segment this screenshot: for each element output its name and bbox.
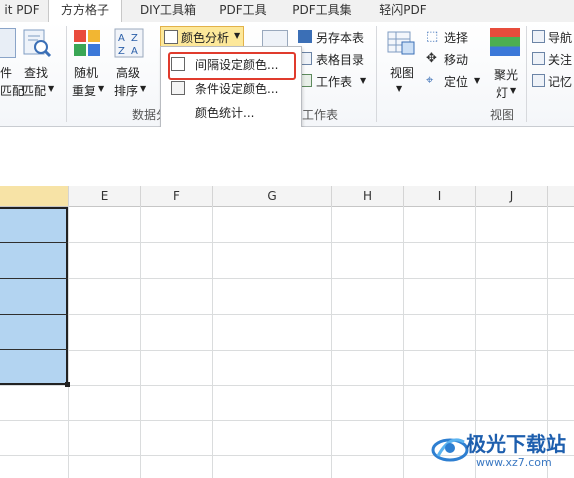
color-analysis-label: 颜色分析 <box>181 31 230 45</box>
menu-item-color-stats[interactable]: 颜色统计... <box>161 101 301 123</box>
spotlight-line2[interactable]: 灯 <box>496 84 508 101</box>
gridline <box>212 206 213 478</box>
menu-label: 条件设定颜色... <box>195 82 279 96</box>
save-sheet-button[interactable]: 另存本表 <box>316 29 364 46</box>
gridline <box>0 242 574 243</box>
navigate-button[interactable]: 导航 <box>548 29 572 46</box>
fill-handle[interactable] <box>65 382 70 387</box>
column-header-g[interactable]: G <box>213 186 332 207</box>
chevron-down-icon: ▼ <box>234 31 241 40</box>
locate-dropdown-icon[interactable]: ▼ <box>474 76 480 85</box>
find-dropdown-icon[interactable]: ▼ <box>48 84 54 93</box>
worksheet-button[interactable]: 工作表 <box>316 73 352 90</box>
locate-button[interactable]: 定位 <box>444 73 468 90</box>
memo-button[interactable]: 记忆 <box>548 73 572 90</box>
navigate-icon <box>532 30 545 43</box>
gridline <box>0 350 574 351</box>
random-line1[interactable]: 随机 <box>74 64 98 81</box>
find-line1[interactable]: 查找 <box>24 64 48 81</box>
svg-text:Z: Z <box>118 46 125 57</box>
find-icon[interactable] <box>22 28 52 58</box>
random-icon[interactable] <box>72 28 102 58</box>
tab-diy-toolbox[interactable]: DIY工具箱 <box>128 0 208 22</box>
watermark: 极光下载站 www.xz7.com <box>430 426 570 474</box>
random-line2[interactable]: 重复 <box>72 82 96 99</box>
column-header-e[interactable]: E <box>69 186 141 207</box>
sort-line2[interactable]: 排序 <box>114 82 138 99</box>
tab-qingshan-pdf[interactable]: 轻闪PDF <box>368 0 438 22</box>
svg-text:A: A <box>131 46 138 57</box>
left-btn-line2[interactable]: 匹配 <box>0 82 24 99</box>
gridline <box>68 206 69 478</box>
formula-area <box>0 127 574 185</box>
sort-icon[interactable]: A Z Z A <box>114 28 144 58</box>
view-icon[interactable] <box>386 28 416 58</box>
move-icon: ✥ <box>426 51 437 66</box>
find-line2[interactable]: 匹配 <box>22 82 46 99</box>
svg-text:Z: Z <box>131 33 138 44</box>
move-button[interactable]: 移动 <box>444 51 468 68</box>
tab-pdf-toolset[interactable]: PDF工具集 <box>282 0 362 22</box>
save-icon <box>298 30 312 43</box>
spotlight-icon[interactable] <box>490 28 520 56</box>
partial-icon <box>0 28 16 58</box>
condition-color-icon <box>171 81 185 95</box>
view-dropdown-icon[interactable]: ▼ <box>396 84 402 93</box>
random-dropdown-icon[interactable]: ▼ <box>98 84 104 93</box>
focus-button[interactable]: 关注 <box>548 51 572 68</box>
menu-label: 颜色统计... <box>195 106 255 120</box>
gridline <box>140 206 141 478</box>
gridline <box>0 278 574 279</box>
column-header-selected[interactable] <box>0 186 69 207</box>
column-header-i[interactable]: I <box>404 186 476 207</box>
separator <box>376 26 377 122</box>
tab-fangfanggezi[interactable]: 方方格子 <box>48 0 122 23</box>
group-label-sheet: 工作表 <box>302 108 339 122</box>
sort-line1[interactable]: 高级 <box>116 64 140 81</box>
menu-item-condition-color[interactable]: 条件设定颜色... <box>161 77 301 99</box>
selected-range[interactable] <box>0 207 68 385</box>
view-button-label[interactable]: 视图 <box>390 64 414 81</box>
ribbon-tab-bar: it PDF 方方格子 DIY工具箱 PDF工具 PDF工具集 轻闪PDF <box>0 0 574 23</box>
svg-text:A: A <box>118 33 125 44</box>
selection-row-line <box>0 278 68 279</box>
table-dir-button[interactable]: 表格目录 <box>316 51 364 68</box>
tab-pdf-tools[interactable]: PDF工具 <box>210 0 276 22</box>
column-header-j[interactable]: J <box>476 186 548 207</box>
selection-row-line <box>0 242 68 243</box>
color-analysis-button[interactable]: 颜色分析 ▼ <box>160 26 244 48</box>
gridline <box>331 206 332 478</box>
gridline <box>403 206 404 478</box>
select-icon: ⬚ <box>426 29 439 44</box>
select-button[interactable]: 选择 <box>444 29 468 46</box>
selection-row-line <box>0 349 68 350</box>
tab-pdf-partial[interactable]: it PDF <box>0 0 44 22</box>
watermark-logo-icon <box>431 438 469 462</box>
separator <box>526 26 527 122</box>
sort-dropdown-icon[interactable]: ▼ <box>140 84 146 93</box>
watermark-title: 极光下载站 <box>466 432 566 456</box>
watermark-url: www.xz7.com <box>476 456 552 469</box>
color-table-icon <box>164 30 178 44</box>
column-header-h[interactable]: H <box>332 186 404 207</box>
worksheet-dropdown-icon[interactable]: ▼ <box>360 76 366 85</box>
focus-icon <box>532 52 545 65</box>
group-label-view: 视图 <box>490 108 515 122</box>
locate-icon: ⌖ <box>426 73 434 88</box>
gridline <box>0 314 574 315</box>
selection-row-line <box>0 314 68 315</box>
separator <box>66 26 67 122</box>
left-btn-line1[interactable]: 件 <box>0 64 12 81</box>
gridline <box>0 420 574 421</box>
column-header-f[interactable]: F <box>141 186 213 207</box>
gridline <box>0 385 574 386</box>
highlight-annotation <box>168 52 296 80</box>
spotlight-line1[interactable]: 聚光 <box>494 66 518 83</box>
column-header-k[interactable] <box>548 186 574 207</box>
spotlight-dropdown-icon[interactable]: ▼ <box>510 86 516 95</box>
memo-icon <box>532 74 545 87</box>
